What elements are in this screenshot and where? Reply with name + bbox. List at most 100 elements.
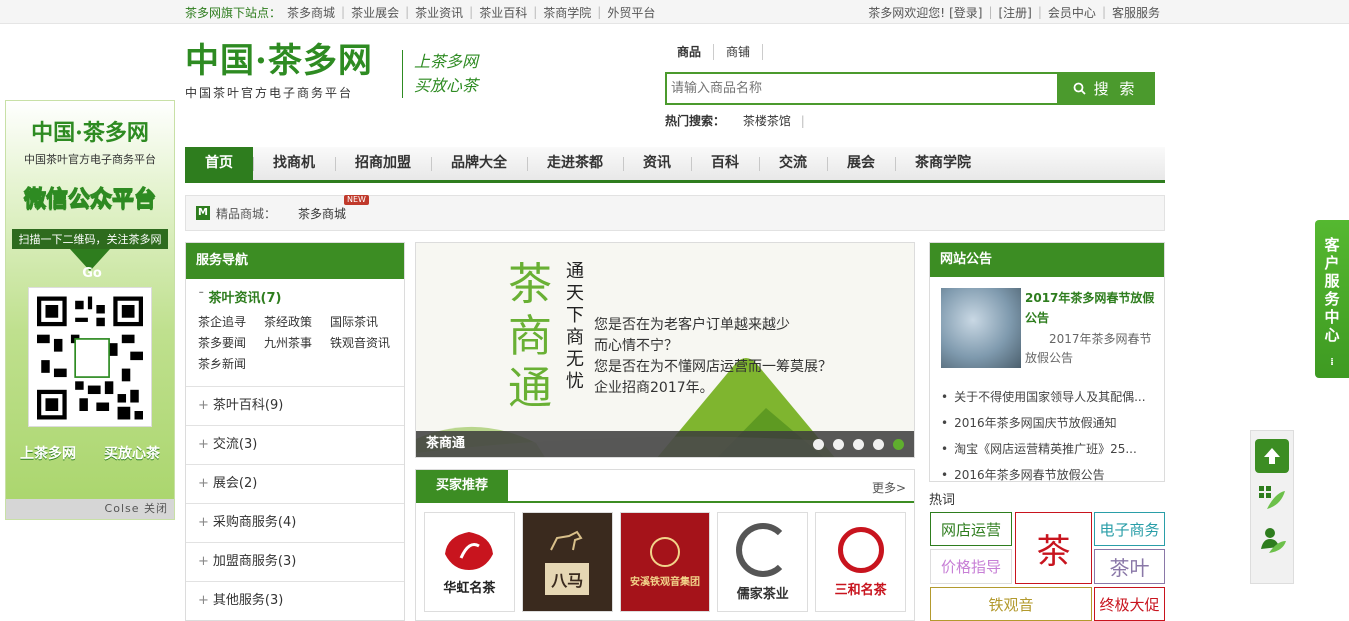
notice-item[interactable]: 2016年茶多网春节放假公告: [941, 462, 1153, 488]
hot-tag[interactable]: 终极大促: [1094, 587, 1165, 621]
slide-dot[interactable]: [853, 439, 864, 450]
notice-item[interactable]: 2016年茶多网国庆节放假通知: [941, 410, 1153, 436]
service-sub-link[interactable]: 茶企追寻: [198, 313, 264, 330]
hot-search: 热门搜索： 茶楼茶馆 |: [665, 114, 805, 128]
slide-dot[interactable]: [893, 439, 904, 450]
hot-tag[interactable]: 铁观音: [930, 587, 1092, 621]
notice-item[interactable]: 关于不得使用国家领导人及其配偶...: [941, 384, 1153, 410]
service-sub-link[interactable]: 茶经政策: [264, 313, 330, 330]
expand-icon: +: [198, 476, 209, 491]
grip-icon: ⁞: [1330, 357, 1334, 368]
hot-search-item[interactable]: 茶楼茶馆: [743, 114, 791, 128]
ad-go-label: Go: [82, 266, 102, 281]
brand-logo-anxi[interactable]: 安溪铁观音集团: [619, 512, 711, 612]
logo-title: 中国·茶多网: [185, 41, 373, 81]
service-group[interactable]: + 交流(3): [186, 426, 404, 465]
brand-logo-huahong[interactable]: 华虹名茶: [424, 512, 515, 612]
service-sub-link[interactable]: 茶乡新闻: [198, 355, 264, 372]
new-badge: NEW: [344, 194, 369, 205]
nav-item-tea-capital[interactable]: 走进茶都: [527, 147, 623, 180]
nav-item-franchise[interactable]: 招商加盟: [335, 147, 431, 180]
site-link-mall[interactable]: 茶多商城: [287, 4, 335, 21]
hot-tag[interactable]: 电子商务: [1094, 512, 1165, 546]
service-group[interactable]: + 其他服务(3): [186, 582, 404, 620]
site-link-wiki[interactable]: 茶业百科: [479, 4, 527, 21]
ad-logo-title: 中国·茶多网: [31, 120, 149, 146]
back-to-top-icon[interactable]: [1255, 439, 1289, 473]
service-group-label: 展会(2): [212, 476, 258, 491]
nav-item-business[interactable]: 找商机: [253, 147, 335, 180]
mall-link[interactable]: 茶多商城 NEW: [298, 194, 369, 222]
register-link[interactable]: [注册]: [999, 4, 1032, 21]
qr-code: [28, 287, 152, 427]
brand-logo-bama[interactable]: 八马: [521, 512, 613, 612]
service-group-label: 茶叶资讯(7): [208, 291, 282, 306]
search-box: 搜 索: [665, 72, 1155, 105]
globe-image: [941, 288, 1021, 368]
notice-item[interactable]: 淘宝《网店运营精英推广班》25...: [941, 436, 1153, 462]
service-group[interactable]: + 茶叶百科(9): [186, 387, 404, 426]
nav-item-wiki[interactable]: 百科: [691, 147, 759, 180]
nav-item-community[interactable]: 交流: [759, 147, 827, 180]
ad-slogan: 上茶多网 买放心茶: [6, 443, 174, 463]
featured-notice[interactable]: 2017年茶多网春节放假公告 2017年茶多网春节放假公告: [941, 288, 1164, 380]
member-center-link[interactable]: 会员中心: [1048, 4, 1096, 21]
featured-notice-title[interactable]: 2017年茶多网春节放假公告: [1025, 288, 1161, 328]
slide-dot[interactable]: [873, 439, 884, 450]
site-link-academy[interactable]: 茶商学院: [543, 4, 591, 21]
slide-dot[interactable]: [833, 439, 844, 450]
nav-item-home[interactable]: 首页: [185, 147, 253, 180]
nav-item-brands[interactable]: 品牌大全: [431, 147, 527, 180]
site-logo[interactable]: 中国·茶多网 中国茶叶官方电子商务平台: [185, 40, 395, 104]
service-group-header[interactable]: ¯ 茶叶资讯(7): [198, 279, 392, 311]
nav-item-news[interactable]: 资讯: [623, 147, 691, 180]
customer-service-label: 客户服务中心: [1324, 236, 1340, 344]
ad-close-button[interactable]: Colse 关闭: [6, 499, 174, 519]
dragon-ring-icon: [735, 522, 790, 577]
service-sub-links: 茶企追寻 茶经政策 国际茶讯 茶多要闻 九州茶事 铁观音资讯 茶乡新闻: [198, 311, 392, 386]
hot-tag[interactable]: 价格指导: [930, 549, 1012, 584]
notice-list: 关于不得使用国家领导人及其配偶... 2016年茶多网国庆节放假通知 淘宝《网店…: [930, 380, 1164, 488]
service-group[interactable]: + 加盟商服务(3): [186, 543, 404, 582]
expand-icon: +: [198, 437, 209, 452]
site-link-news[interactable]: 茶业资讯: [415, 4, 463, 21]
nav-item-expo[interactable]: 展会: [827, 147, 895, 180]
nav-item-academy[interactable]: 茶商学院: [895, 147, 991, 180]
app-grid-icon[interactable]: [1255, 481, 1289, 515]
service-sub-link[interactable]: 国际茶讯: [330, 313, 400, 330]
floating-toolbar: [1250, 430, 1294, 584]
promo-banner[interactable]: 茶商通 通天下商无忧 您是否在为老客户订单越来越少 而心情不宁？ 您是否在为不懂…: [415, 242, 915, 458]
banner-vertical-text: 通天下商无忧: [566, 261, 584, 392]
service-sub-link[interactable]: 铁观音资讯: [330, 334, 400, 351]
hot-tag[interactable]: 茶叶: [1094, 549, 1165, 584]
horse-icon: [550, 530, 583, 550]
banner-line: 您是否在为老客户订单越来越少: [594, 317, 790, 333]
service-group-label: 茶叶百科(9): [212, 398, 284, 413]
user-service-icon[interactable]: [1255, 523, 1289, 557]
brand-name: 三和名茶: [834, 582, 887, 598]
login-link[interactable]: [登录]: [949, 4, 982, 21]
service-group[interactable]: + 展会(2): [186, 465, 404, 504]
site-link-expo[interactable]: 茶业展会: [351, 4, 399, 21]
service-sub-link[interactable]: 茶多要闻: [198, 334, 264, 351]
search-icon: [1073, 82, 1086, 95]
banner-line: 而心情不宁？: [594, 338, 678, 354]
customer-service-tab[interactable]: 客户服务中心 ⁞: [1315, 220, 1349, 378]
search-tab-shops[interactable]: 商铺: [714, 44, 764, 60]
search-input[interactable]: [667, 74, 1057, 103]
main-nav: 首页 找商机 招商加盟 品牌大全 走进茶都 资讯 百科 交流 展会 茶商学院: [185, 147, 1165, 183]
service-group[interactable]: + 采购商服务(4): [186, 504, 404, 543]
search-tab-products[interactable]: 商品: [665, 44, 715, 60]
customer-service-link[interactable]: 客服服务: [1112, 4, 1160, 21]
buyer-more-link[interactable]: 更多>: [872, 479, 906, 496]
hot-tag[interactable]: 茶: [1015, 512, 1092, 584]
brand-logo-rujia[interactable]: 儒家茶业: [717, 512, 809, 612]
service-sub-link[interactable]: 九州茶事: [264, 334, 330, 351]
search-button[interactable]: 搜 索: [1057, 74, 1153, 103]
slide-dot[interactable]: [813, 439, 824, 450]
leaf-logo-icon: [445, 532, 494, 570]
hot-tag[interactable]: 网店运营: [930, 512, 1012, 546]
brand-logo-sanhe[interactable]: 三和名茶: [815, 512, 906, 612]
site-link-trade[interactable]: 外贸平台: [607, 4, 655, 21]
banner-line: 企业招商2017年。: [594, 380, 714, 396]
